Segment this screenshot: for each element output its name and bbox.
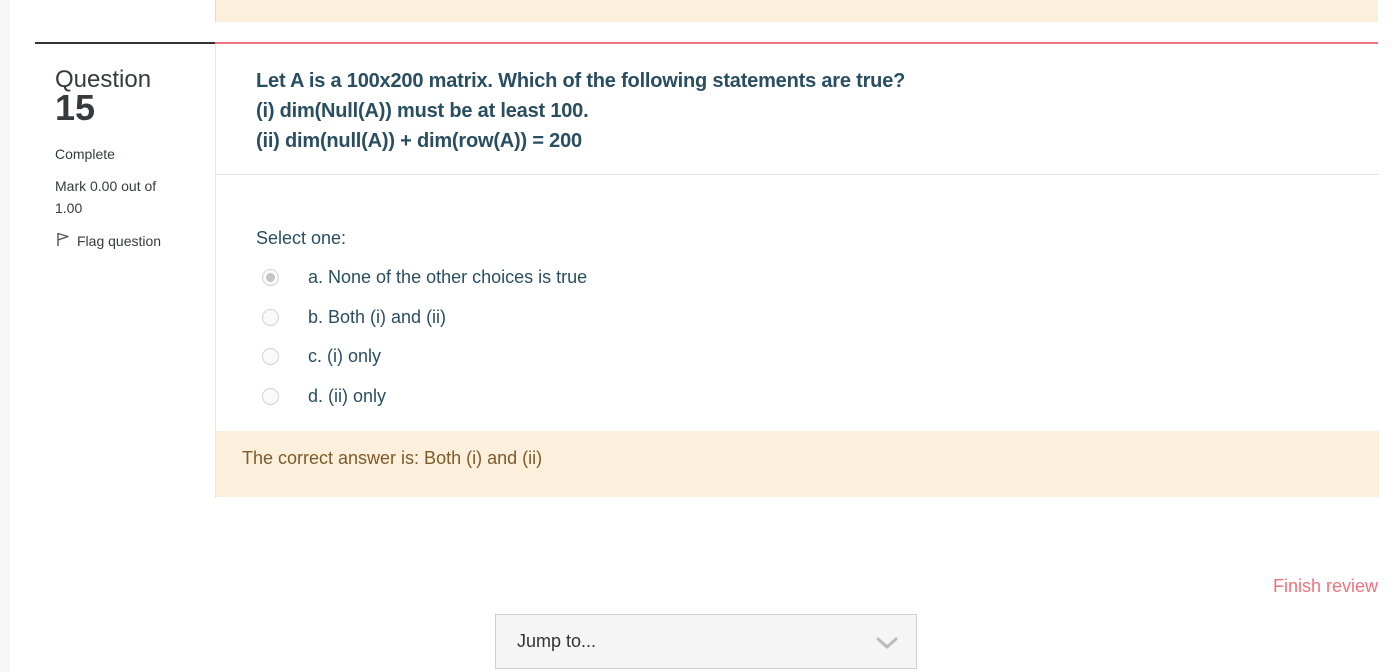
answer-label: b. Both (i) and (ii) bbox=[308, 306, 447, 327]
question-text-line-3: (ii) dim(null(A)) + dim(row(A)) = 200 bbox=[256, 130, 582, 152]
flag-question-label: Flag question bbox=[77, 232, 162, 249]
radio-button[interactable] bbox=[262, 348, 279, 366]
answer-list: a. None of the other choices is true b. … bbox=[262, 258, 587, 416]
question-info: Question 15 Complete Mark 0.00 out of 1.… bbox=[55, 66, 205, 250]
chevron-down-icon bbox=[876, 634, 898, 655]
question-text-line-1: Let A is a 100x200 matrix. Which of the … bbox=[256, 70, 906, 92]
radio-button-selected[interactable] bbox=[262, 269, 279, 287]
question-grade: Mark 0.00 out of 1.00 bbox=[55, 178, 157, 216]
question-text: Let A is a 100x200 matrix. Which of the … bbox=[256, 66, 905, 156]
answer-label: d. (ii) only bbox=[308, 385, 387, 406]
jump-to-select[interactable]: Jump to... bbox=[495, 614, 917, 669]
page-gutter bbox=[0, 0, 10, 672]
select-one-prompt: Select one: bbox=[256, 228, 347, 248]
answer-label: a. None of the other choices is true bbox=[308, 267, 588, 288]
flag-icon bbox=[55, 231, 71, 250]
answer-label: c. (i) only bbox=[308, 346, 382, 367]
answer-option-d[interactable]: d. (ii) only bbox=[262, 377, 587, 417]
jump-to-label: Jump to... bbox=[517, 631, 597, 651]
question-state: Complete bbox=[55, 146, 115, 162]
answer-option-c[interactable]: c. (i) only bbox=[262, 337, 587, 377]
flag-question-button[interactable]: Flag question bbox=[55, 231, 205, 250]
question-text-line-2: (i) dim(Null(A)) must be at least 100. bbox=[256, 100, 589, 122]
finish-review-link[interactable]: Finish review bbox=[1273, 576, 1378, 597]
info-top-rule bbox=[35, 42, 215, 44]
answer-option-a[interactable]: a. None of the other choices is true bbox=[262, 258, 587, 298]
answer-option-b[interactable]: b. Both (i) and (ii) bbox=[262, 298, 587, 338]
feedback-text: The correct answer is: Both (i) and (ii) bbox=[242, 448, 543, 468]
correct-answer-feedback: The correct answer is: Both (i) and (ii) bbox=[216, 431, 1379, 497]
question-number: 15 bbox=[55, 87, 96, 128]
content-divider bbox=[216, 174, 1379, 175]
radio-button[interactable] bbox=[262, 387, 279, 405]
previous-feedback-strip bbox=[215, 0, 1378, 22]
question-content: Let A is a 100x200 matrix. Which of the … bbox=[215, 44, 1379, 498]
radio-button[interactable] bbox=[262, 308, 279, 326]
